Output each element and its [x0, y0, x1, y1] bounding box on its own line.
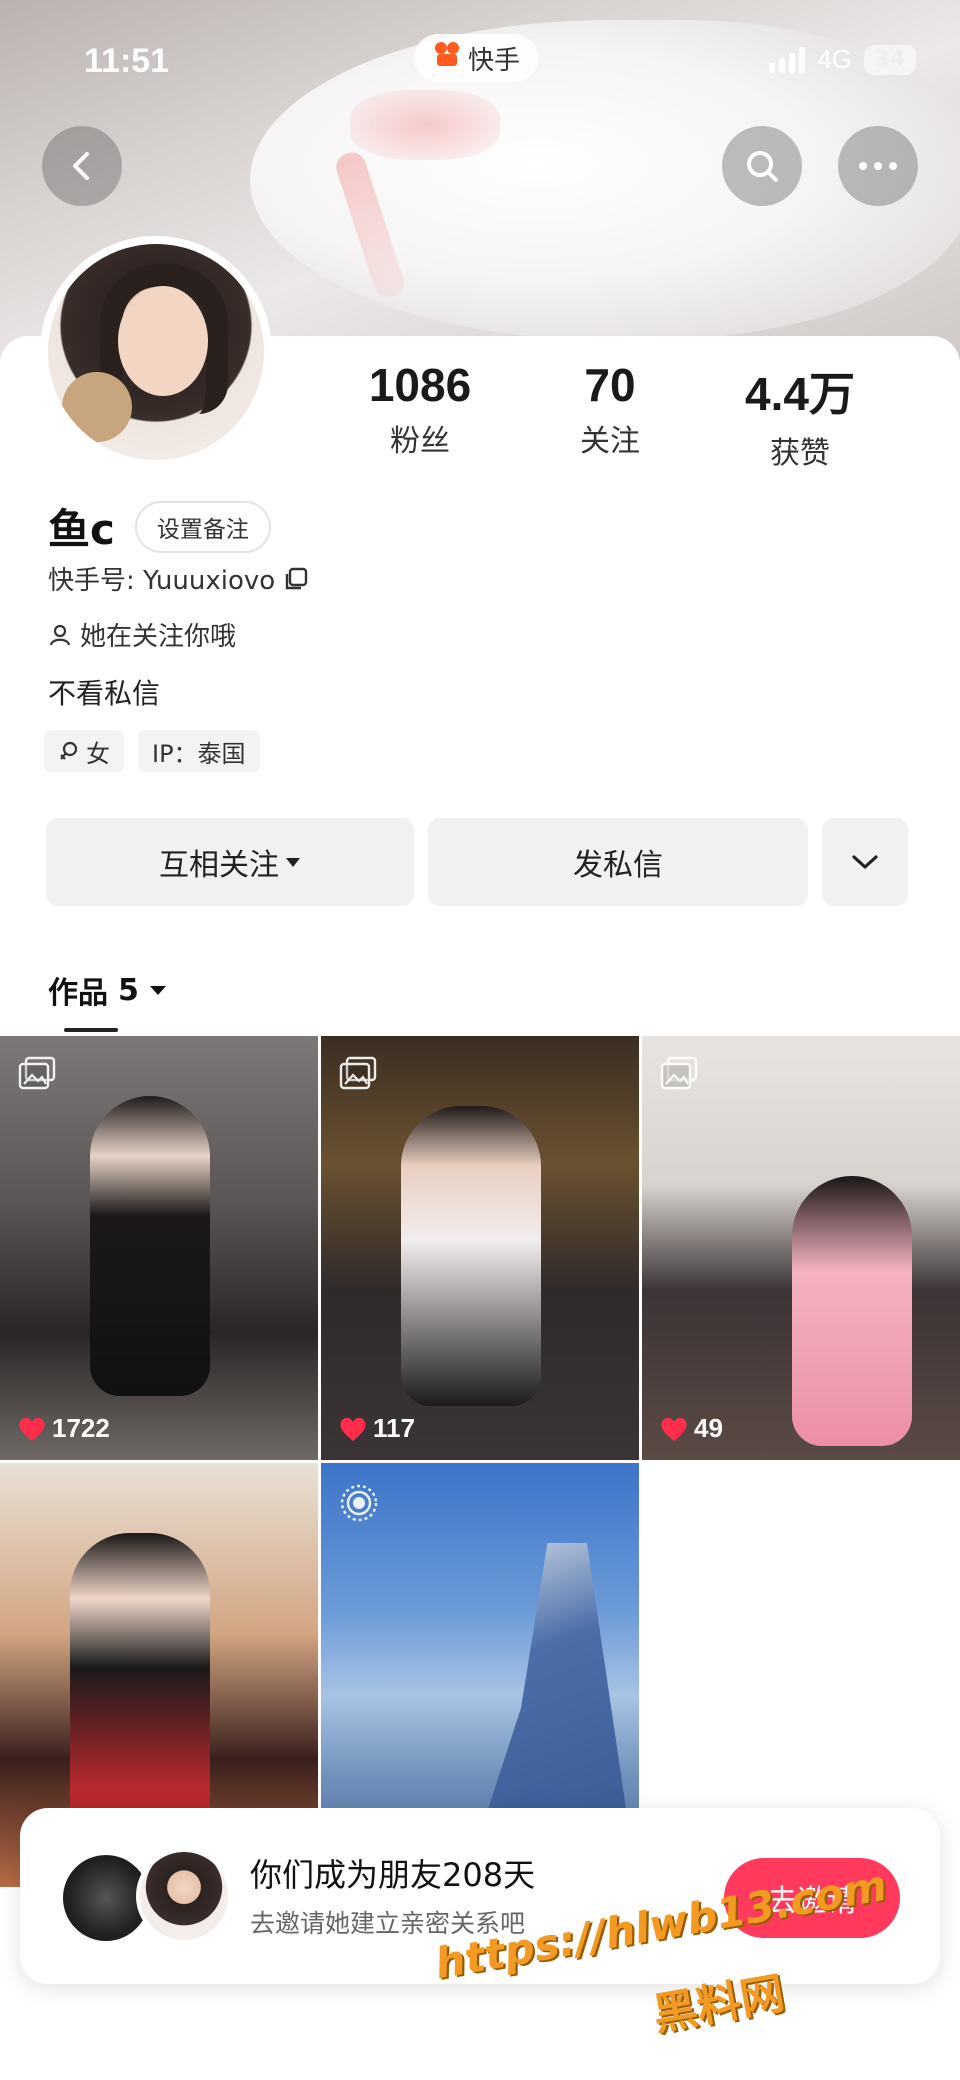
back-button[interactable] — [42, 126, 122, 206]
mutual-follow-label: 互相关注 — [159, 848, 279, 883]
kuaishou-logo-icon — [432, 39, 462, 77]
like-count: 117 — [339, 1413, 415, 1444]
like-count-value: 49 — [694, 1413, 723, 1443]
relation-row: 她在关注你哦 — [48, 616, 236, 653]
image-post-icon — [18, 1056, 56, 1090]
post-thumbnail — [70, 1533, 210, 1833]
caret-down-icon — [149, 986, 166, 995]
heart-icon — [661, 1417, 687, 1441]
profile-name: 鱼c — [48, 505, 115, 554]
battery-icon: 34 — [864, 44, 916, 75]
tab-works[interactable]: 作品 5 — [48, 968, 167, 1012]
status-bar: 11:51 快手 4G 34 — [0, 30, 960, 90]
send-message-button[interactable]: 发私信 — [428, 818, 808, 906]
stat-number: 4.4万 — [745, 368, 855, 420]
kuaishou-id: 快手号: Yuuuxiovo — [48, 566, 276, 596]
post-tile[interactable]: 49 — [642, 1036, 960, 1460]
post-thumbnail — [792, 1176, 912, 1446]
chevron-left-icon — [73, 152, 89, 180]
set-remark-button[interactable]: 设置备注 — [134, 500, 271, 553]
chevron-down-icon — [852, 855, 878, 869]
image-post-icon — [339, 1056, 377, 1090]
avatar[interactable] — [40, 236, 272, 468]
copy-icon[interactable] — [283, 566, 309, 592]
profile-tags: 女 IP：泰国 — [44, 730, 260, 772]
stat-label: 粉丝 — [390, 424, 450, 459]
profile-stats: 1086 粉丝 70 关注 4.4万 获赞 — [330, 358, 890, 472]
name-row: 鱼c 设置备注 — [48, 496, 271, 557]
network-type: 4G — [817, 44, 852, 74]
stat-number: 1086 — [368, 359, 472, 411]
female-icon — [60, 741, 78, 760]
like-count-value: 1722 — [52, 1413, 110, 1443]
person-icon — [49, 624, 71, 645]
cover-bow — [350, 90, 500, 160]
kuaishou-id-row: 快手号: Yuuuxiovo — [48, 560, 309, 597]
caret-down-icon — [286, 858, 300, 867]
relation-text: 她在关注你哦 — [80, 622, 237, 652]
stat-likes[interactable]: 4.4万 获赞 — [710, 358, 890, 472]
stat-followers[interactable]: 1086 粉丝 — [330, 358, 510, 472]
signal-icon — [769, 46, 806, 73]
heart-icon — [19, 1417, 45, 1441]
post-tile[interactable]: 117 — [321, 1036, 639, 1460]
search-icon — [747, 151, 778, 182]
post-thumbnail — [477, 1543, 631, 1843]
stat-following[interactable]: 70 关注 — [520, 358, 700, 472]
app-name: 快手 — [468, 45, 521, 76]
works-label: 作品 — [48, 976, 108, 1011]
recommend-expand-button[interactable] — [822, 818, 908, 906]
search-button[interactable] — [722, 126, 802, 206]
more-dots-icon — [859, 162, 897, 170]
more-button[interactable] — [838, 126, 918, 206]
app-indicator-pill[interactable]: 快手 — [414, 34, 539, 82]
like-count: 49 — [660, 1413, 723, 1444]
like-count-value: 117 — [373, 1413, 415, 1443]
avatar-friend — [136, 1848, 232, 1944]
post-tile[interactable]: 1722 — [0, 1036, 318, 1460]
live-photo-icon — [340, 1484, 378, 1522]
action-buttons: 互相关注 发私信 — [46, 818, 914, 906]
avatar-flower — [62, 372, 132, 442]
like-count: 1722 — [18, 1413, 110, 1444]
image-post-icon — [660, 1056, 698, 1090]
status-time: 11:51 — [84, 42, 170, 80]
gender-label: 女 — [86, 739, 110, 768]
mutual-follow-button[interactable]: 互相关注 — [46, 818, 414, 906]
heart-icon — [340, 1417, 366, 1441]
friendship-title: 你们成为朋友208天 — [250, 1856, 536, 1894]
stat-label: 关注 — [580, 424, 640, 459]
ip-tag: IP：泰国 — [138, 730, 260, 772]
tab-underline — [64, 1028, 118, 1032]
stat-number: 70 — [584, 359, 636, 411]
bio-text: 不看私信 — [48, 677, 161, 710]
gender-tag: 女 — [44, 730, 124, 772]
post-thumbnail — [90, 1096, 210, 1396]
avatar-face — [118, 286, 208, 396]
works-grid: 1722 117 49 — [0, 1036, 960, 1887]
send-message-label: 发私信 — [573, 848, 663, 883]
post-thumbnail — [401, 1106, 541, 1406]
works-count: 5 — [118, 972, 139, 1008]
status-right: 4G 34 — [769, 44, 916, 75]
stat-label: 获赞 — [770, 436, 830, 471]
